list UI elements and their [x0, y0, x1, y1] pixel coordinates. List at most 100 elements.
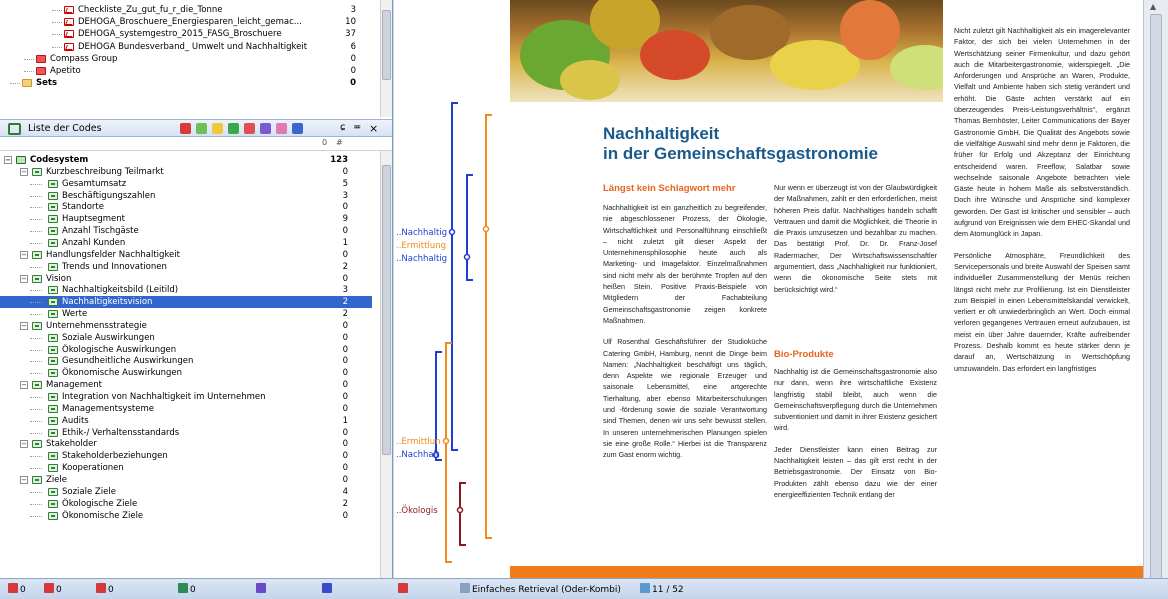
code-row[interactable]: Gesundheitliche Auswirkungen 0: [0, 355, 372, 367]
coding-stripe-label[interactable]: ..Nachhaltig: [396, 228, 447, 238]
status-item[interactable]: 0: [178, 583, 196, 596]
code-row[interactable]: Ökologische Auswirkungen 0: [0, 344, 372, 356]
status-item[interactable]: 0: [44, 583, 62, 596]
code-row[interactable]: Beschäftigungszahlen 3: [0, 190, 372, 202]
code-row[interactable]: Ethik-/ Verhaltensstandards 0: [0, 427, 372, 439]
code-row[interactable]: − Unternehmensstrategie 0: [0, 320, 372, 332]
color-codes-icon[interactable]: [276, 123, 287, 134]
code-row[interactable]: Anzahl Kunden 1: [0, 237, 372, 249]
code-row[interactable]: − Ziele 0: [0, 474, 372, 486]
code-row[interactable]: − Stakeholder 0: [0, 438, 372, 450]
pin-icon[interactable]: ≖: [353, 122, 361, 133]
code-name: Ziele: [46, 474, 68, 485]
coding-stripe-bracket[interactable]: [459, 482, 466, 546]
code-row[interactable]: Soziale Auswirkungen 0: [0, 332, 372, 344]
coding-stripe-label[interactable]: ..Ermittlun: [396, 437, 441, 447]
activate-codes-icon[interactable]: [228, 123, 239, 134]
code-row[interactable]: − Codesystem 123: [0, 154, 372, 166]
collapse-icon[interactable]: ɕ: [340, 122, 346, 133]
coding-stripe-label[interactable]: ..Ökologis: [396, 506, 438, 516]
code-row[interactable]: Anzahl Tischgäste 0: [0, 225, 372, 237]
code-row[interactable]: − Kurzbeschreibung Teilmarkt 0: [0, 166, 372, 178]
coding-stripe-bracket[interactable]: [485, 114, 492, 539]
expand-collapse-toggle[interactable]: −: [20, 381, 28, 390]
code-row[interactable]: Stakeholderbeziehungen 0: [0, 450, 372, 462]
code-name: Beschäftigungszahlen: [62, 190, 156, 201]
document-tree-row[interactable]: Sets 0: [0, 77, 372, 89]
scrollbar-thumb[interactable]: [382, 165, 391, 455]
scroll-up-arrow[interactable]: ▲: [1150, 2, 1156, 11]
coding-stripe-node[interactable]: [448, 228, 456, 236]
close-panel-button[interactable]: ×: [369, 122, 378, 135]
code-row[interactable]: Standorte 0: [0, 201, 372, 213]
code-row[interactable]: − Vision 0: [0, 273, 372, 285]
code-row[interactable]: Integration von Nachhaltigkeit im Untern…: [0, 391, 372, 403]
retrieval-mode[interactable]: Einfaches Retrieval (Oder-Kombi): [460, 583, 621, 596]
coding-stripe-bracket[interactable]: [466, 174, 473, 281]
code-row[interactable]: − Handlungsfelder Nachhaltigkeit 0: [0, 249, 372, 261]
code-row[interactable]: Nachhaltigkeitsbild (Leitild) 3: [0, 284, 372, 296]
status-bar: 0 0 0 0 Einfaches Retrieval (Oder-Kombi) 11 /…: [0, 578, 1168, 599]
code-memo-icon[interactable]: [212, 123, 223, 134]
code-row[interactable]: Gesamtumsatz 5: [0, 178, 372, 190]
code-count: 0: [342, 249, 348, 260]
code-sets-icon[interactable]: [260, 123, 271, 134]
coding-stripes: [432, 102, 492, 563]
expand-collapse-toggle[interactable]: −: [20, 274, 28, 283]
code-icon: [48, 262, 58, 271]
document-tree-row[interactable]: DEHOGA_Broschuere_Energiesparen_leicht_g…: [0, 16, 372, 28]
status-item[interactable]: 0: [96, 583, 114, 596]
tree-connector: [30, 515, 42, 517]
document-group-icon: [36, 54, 46, 63]
code-row[interactable]: Kooperationen 0: [0, 462, 372, 474]
expand-collapse-toggle[interactable]: −: [20, 475, 28, 484]
status-item[interactable]: [322, 583, 334, 596]
expand-collapse-toggle[interactable]: −: [20, 167, 28, 176]
coding-stripe-node[interactable]: [456, 506, 464, 514]
status-item[interactable]: 0: [8, 583, 26, 596]
document-tree-row[interactable]: Apetito 0: [0, 65, 372, 77]
delete-codes-icon[interactable]: [180, 123, 191, 134]
code-row[interactable]: − Management 0: [0, 379, 372, 391]
document-scrollbar[interactable]: ▲: [1143, 0, 1168, 594]
expand-collapse-toggle[interactable]: −: [20, 321, 28, 330]
document-tree-row[interactable]: Checkliste_Zu_gut_fu_r_die_Tonne 3: [0, 4, 372, 16]
coding-stripe-node[interactable]: [463, 253, 471, 261]
status-item[interactable]: [256, 583, 268, 596]
code-row[interactable]: Audits 1: [0, 415, 372, 427]
code-count: 0: [342, 320, 348, 331]
code-row-selected[interactable]: Nachhaltigkeitsvision 2: [0, 296, 372, 309]
expand-collapse-toggle[interactable]: −: [4, 156, 12, 164]
code-row[interactable]: Ökonomische Ziele 0: [0, 510, 372, 522]
coding-stripe-label[interactable]: ..Nachhaltig: [396, 254, 447, 264]
search-codes-icon[interactable]: [292, 123, 303, 134]
expand-collapse-toggle[interactable]: −: [20, 250, 28, 259]
scrollbar-thumb[interactable]: [1150, 14, 1162, 594]
document-tree-row[interactable]: DEHOGA Bundesverband_ Umwelt und Nachhal…: [0, 41, 372, 53]
scrollbar-thumb[interactable]: [382, 10, 391, 80]
document-tree-row[interactable]: DEHOGA_systemgestro_2015_FASG_Broschuere…: [0, 28, 372, 40]
code-row[interactable]: Ökologische Ziele 2: [0, 498, 372, 510]
code-tree-scrollbar[interactable]: [380, 151, 392, 578]
coding-stripe-node[interactable]: [482, 225, 490, 233]
new-code-icon[interactable]: [196, 123, 207, 134]
code-row[interactable]: Ökonomische Auswirkungen 0: [0, 367, 372, 379]
code-row[interactable]: Trends und Innovationen 2: [0, 261, 372, 273]
document-name: DEHOGA Bundesverband_ Umwelt und Nachhal…: [78, 41, 308, 52]
tree-connector: [30, 195, 42, 197]
import-codes-icon[interactable]: [244, 123, 255, 134]
fruit-banner-image: [510, 0, 943, 102]
code-row[interactable]: Werte 2: [0, 308, 372, 320]
coding-stripe-label[interactable]: ..Ermittlung: [396, 241, 446, 251]
coding-stripe-node[interactable]: [442, 437, 450, 445]
coding-stripe-label[interactable]: ..Nachhalt: [396, 450, 439, 460]
expand-collapse-toggle[interactable]: −: [20, 440, 28, 449]
coding-stripe-bracket[interactable]: [451, 102, 458, 451]
document-tree-row[interactable]: Compass Group 0: [0, 53, 372, 65]
code-row[interactable]: Hauptsegment 9: [0, 213, 372, 225]
code-row[interactable]: Managementsysteme 0: [0, 403, 372, 415]
document-tree-scrollbar[interactable]: [380, 0, 392, 117]
code-row[interactable]: Soziale Ziele 4: [0, 486, 372, 498]
code-icon: [48, 203, 58, 212]
status-item[interactable]: [398, 583, 410, 596]
